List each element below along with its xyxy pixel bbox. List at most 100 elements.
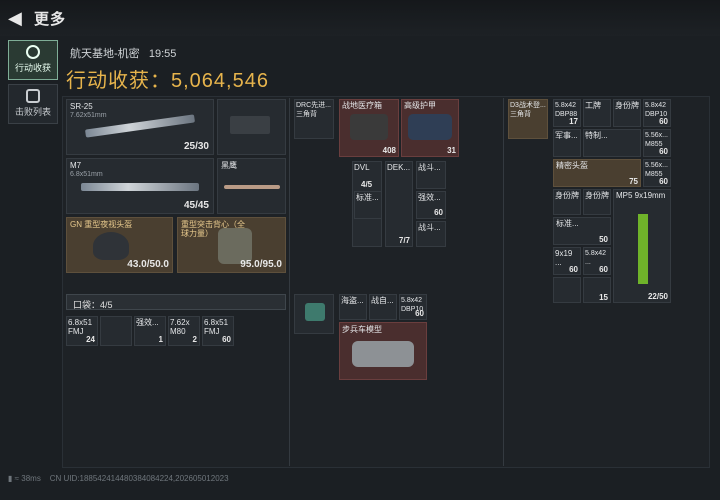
map-info: 航天基地-机密 19:55 bbox=[70, 45, 176, 61]
item-name: 战斗... bbox=[418, 223, 441, 232]
weapon-caliber: 7.62x51mm bbox=[70, 112, 107, 119]
item-name: 精密头盔 bbox=[556, 161, 588, 170]
ammo-count: 45/45 bbox=[183, 200, 209, 211]
skull-icon bbox=[26, 89, 40, 103]
backpack-item[interactable] bbox=[294, 294, 334, 334]
container-item[interactable]: 精密头盔 75 bbox=[553, 159, 641, 187]
container-item[interactable]: 5.8x42 DBP10 60 bbox=[643, 99, 671, 127]
map-name: 航天基地-机密 bbox=[70, 48, 140, 60]
helmet-name: GN 重型夜视头盔 bbox=[70, 220, 133, 229]
pocket-item[interactable]: 6.8x51 FMJ 24 bbox=[66, 316, 98, 346]
smg-icon bbox=[638, 214, 648, 284]
ammo-count: 25/30 bbox=[183, 141, 209, 152]
item-name: DRC先进...三角背 bbox=[296, 102, 331, 118]
pocket-header: 口袋：4/5 bbox=[66, 294, 286, 310]
item-count: 7/7 bbox=[398, 236, 410, 245]
item-count: 60 bbox=[659, 177, 668, 186]
backpack-item[interactable]: DEK... 7/7 bbox=[385, 161, 413, 247]
backpack-item[interactable]: 战自... bbox=[369, 294, 397, 320]
item-count: 22/50 bbox=[647, 292, 668, 301]
container-item[interactable]: 5.56x... M855 60 bbox=[643, 129, 671, 157]
status-bar: ▮ ≈ 38ms CN UID:1885424144803840842​24,2… bbox=[8, 474, 229, 483]
item-name: 工牌 bbox=[585, 101, 601, 110]
item-name: 7.62x M80 bbox=[170, 318, 190, 336]
item-name: 标准... bbox=[556, 219, 579, 228]
item-name: D3战术登...三角背 bbox=[510, 102, 546, 118]
armor-slot[interactable]: 重型突击背心（全球力量） 95.0/95.0 bbox=[177, 217, 286, 273]
item-count: 75 bbox=[629, 177, 638, 186]
item-name: 军事... bbox=[555, 131, 578, 140]
item-name: 强效... bbox=[418, 193, 441, 202]
container-item[interactable]: D3战术登...三角背 bbox=[508, 99, 548, 139]
backpack-item[interactable]: DRC先进...三角背 bbox=[294, 99, 334, 139]
backpack-item[interactable]: 战地医疗箱 408 bbox=[339, 99, 399, 157]
ping: 38ms bbox=[21, 474, 41, 483]
pistol-icon bbox=[230, 116, 270, 134]
container-item[interactable]: 特制... bbox=[583, 129, 641, 157]
backpack-item[interactable]: 标准... bbox=[354, 191, 382, 219]
backpack-item[interactable]: 高级护甲 31 bbox=[401, 99, 459, 157]
helmet-slot[interactable]: GN 重型夜视头盔 43.0/50.0 bbox=[66, 217, 173, 273]
medkit-icon bbox=[350, 114, 388, 140]
item-count: 60 bbox=[599, 265, 608, 274]
item-name: 高级护甲 bbox=[404, 101, 436, 110]
item-count: 60 bbox=[434, 208, 443, 217]
backpack-item[interactable]: 战斗... bbox=[416, 221, 446, 247]
container-item[interactable]: 5.8x42 DBP88 17 bbox=[553, 99, 581, 127]
container-item[interactable]: 标准... 50 bbox=[553, 217, 611, 245]
melee-slot[interactable]: 黑鹰 bbox=[217, 158, 286, 214]
backpack-item[interactable]: 强效... 60 bbox=[416, 191, 446, 219]
wifi-icon: ≈ bbox=[14, 474, 20, 483]
item-count: 24 bbox=[86, 335, 95, 344]
container-item[interactable]: 身份牌 bbox=[553, 189, 581, 215]
pistol-slot[interactable] bbox=[217, 99, 286, 155]
item-name: 步兵车模型 bbox=[342, 325, 382, 334]
backpack-item[interactable]: 5.8x42 DBP10 60 bbox=[399, 294, 427, 320]
container-item[interactable] bbox=[553, 277, 581, 303]
item-count: 31 bbox=[447, 146, 456, 155]
pocket-item[interactable] bbox=[100, 316, 132, 346]
tab-label: 行动收获 bbox=[14, 63, 51, 73]
divider bbox=[289, 98, 290, 466]
page-title: 更多 bbox=[34, 11, 67, 28]
container-item[interactable]: 15 bbox=[583, 277, 611, 303]
container-item[interactable]: 军事... bbox=[553, 129, 581, 157]
backpack-item[interactable]: 海盗... bbox=[339, 294, 367, 320]
backpack-item[interactable]: 步兵车模型 bbox=[339, 322, 427, 380]
item-count: 60 bbox=[415, 309, 424, 318]
pocket-item[interactable]: 7.62x M80 2 bbox=[168, 316, 200, 346]
durability: 43.0/50.0 bbox=[127, 259, 169, 270]
item-count: 60 bbox=[569, 265, 578, 274]
pocket-item[interactable]: 6.8x51 FMJ 60 bbox=[202, 316, 234, 346]
pocket-item[interactable]: 强效... 1 bbox=[134, 316, 166, 346]
container-item[interactable]: 5.8x42 ... 60 bbox=[583, 247, 611, 275]
item-count: 2 bbox=[192, 335, 197, 344]
container-item[interactable]: MP5 9x19mm 22/50 bbox=[613, 189, 671, 303]
divider bbox=[503, 98, 504, 466]
container-item[interactable]: 5.56x... M855 60 bbox=[643, 159, 671, 187]
item-name: MP5 9x19mm bbox=[616, 191, 666, 200]
vehicle-model-icon bbox=[352, 341, 414, 367]
item-count: 1 bbox=[158, 335, 163, 344]
primary-weapon-slot[interactable]: SR-25 7.62x51mm 25/30 bbox=[66, 99, 214, 155]
item-count: 50 bbox=[599, 235, 608, 244]
item-name: 身份牌 bbox=[615, 101, 639, 110]
tab-label: 击败列表 bbox=[14, 107, 51, 117]
container-item[interactable]: 9x19 ... 60 bbox=[553, 247, 581, 275]
rifle-icon bbox=[81, 183, 199, 191]
item-count: 15 bbox=[599, 293, 608, 302]
item-name: DVL bbox=[354, 163, 370, 172]
container-item[interactable]: 身份牌 bbox=[613, 99, 641, 127]
tab-action-harvest[interactable]: 行动收获 bbox=[8, 40, 58, 80]
chevron-left-icon[interactable]: ◀ bbox=[8, 8, 30, 28]
backpack-item[interactable]: 战斗... bbox=[416, 161, 446, 189]
battery-icon: ▮ bbox=[8, 474, 13, 483]
item-count: 60 bbox=[659, 117, 668, 126]
item-count: 60 bbox=[659, 147, 668, 156]
secondary-weapon-slot[interactable]: M7 6.8x51mm 45/45 bbox=[66, 158, 214, 214]
item-count: 60 bbox=[222, 335, 231, 344]
container-item[interactable]: 工牌 bbox=[583, 99, 611, 127]
container-item[interactable]: 身份牌 bbox=[583, 189, 611, 215]
tab-kill-list[interactable]: 击败列表 bbox=[8, 84, 58, 124]
item-name: 标准... bbox=[356, 193, 379, 202]
